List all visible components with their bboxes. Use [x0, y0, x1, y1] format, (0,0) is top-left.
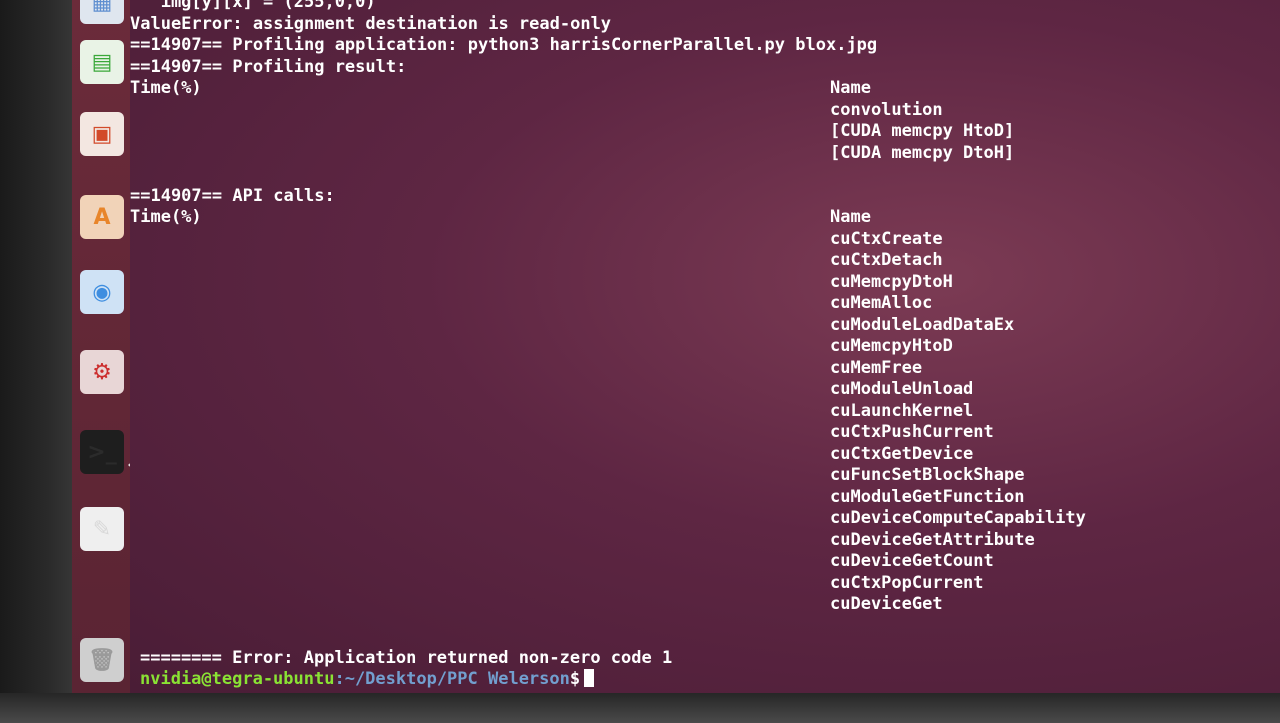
column-header: Time(%) [130, 78, 202, 98]
cell-name: cuMemcpyHtoD [830, 336, 953, 356]
terminal-output: img[y][x] = (255,0,0) ValueError: assignm… [130, 0, 1280, 693]
cell-name: cuDeviceGetCount [830, 551, 994, 571]
cell-name: cuModuleGetFunction [830, 486, 1025, 507]
output-line: ==14907== Profiling application: python3… [130, 35, 878, 55]
cell-name: cuMemcpyDtoH [830, 271, 953, 292]
cell-name: cuModuleLoadDataEx [830, 314, 1015, 335]
cell-name: cuDeviceComputeCapability [830, 508, 1086, 528]
cell-name: cuCtxGetDevice [830, 443, 974, 464]
column-header: Time(%) [130, 207, 202, 227]
libreoffice-impress-icon[interactable]: ▣ [80, 112, 124, 156]
text-cursor[interactable] [584, 669, 595, 687]
cell-name: cuCtxCreate [830, 228, 943, 249]
api-calls-header: ==14907== API calls: [130, 185, 335, 206]
error-line: ======== Error: Application returned non… [140, 648, 673, 668]
cell-name: cuMemAlloc [830, 293, 933, 313]
text-editor-icon[interactable]: ✎ [80, 507, 124, 551]
terminal-icon[interactable]: >_ [80, 430, 124, 474]
prompt-user-host: nvidia@tegra-ubuntu [140, 669, 335, 689]
cell-name: cuMemFree [830, 357, 923, 378]
shell-prompt: nvidia@tegra-ubuntu:~/Desktop/PPC Welers… [140, 669, 595, 691]
cell-name: cuCtxPushCurrent [830, 422, 994, 442]
cell-name: [CUDA memcpy DtoH] [830, 142, 1015, 163]
monitor-bezel-left [0, 0, 80, 723]
output-line: img[y][x] = (255,0,0) [130, 0, 376, 12]
cell-name: cuCtxDetach [830, 250, 943, 270]
column-header: Name [830, 78, 871, 98]
terminal-window[interactable]: img[y][x] = (255,0,0) ValueError: assignm… [130, 0, 1280, 693]
monitor-bezel-bottom [0, 693, 1280, 723]
libreoffice-calc-icon[interactable]: ▤ [80, 40, 124, 84]
chromium-icon[interactable]: ◉ [80, 270, 124, 314]
cell-name: cuFuncSetBlockShape [830, 465, 1025, 485]
cell-name: cuDeviceGetAttribute [830, 529, 1035, 550]
prompt-symbol: $ [569, 669, 581, 689]
cell-name: [CUDA memcpy HtoD] [830, 121, 1015, 141]
system-settings-icon[interactable]: ⚙ [80, 350, 124, 394]
files-icon[interactable]: ▦ [80, 0, 124, 24]
prompt-path: :~/Desktop/PPC Welerson [334, 669, 570, 689]
cell-name: cuDeviceGet [830, 594, 943, 614]
trash-icon[interactable]: 🗑 [80, 638, 124, 682]
cell-name: convolution [830, 99, 943, 120]
output-line: ValueError: assignment destination is re… [130, 13, 612, 34]
column-header: Name [830, 207, 871, 227]
output-line: ==14907== Profiling result: [130, 56, 407, 77]
cell-name: cuLaunchKernel [830, 400, 974, 421]
cell-name: cuModuleUnload [830, 379, 974, 399]
software-center-icon[interactable]: A [80, 195, 124, 239]
cell-name: cuCtxPopCurrent [830, 572, 984, 593]
unity-launcher: ▦ ▤ ▣ A ◉ ⚙ >_ ✎ 🗑 [72, 0, 132, 693]
